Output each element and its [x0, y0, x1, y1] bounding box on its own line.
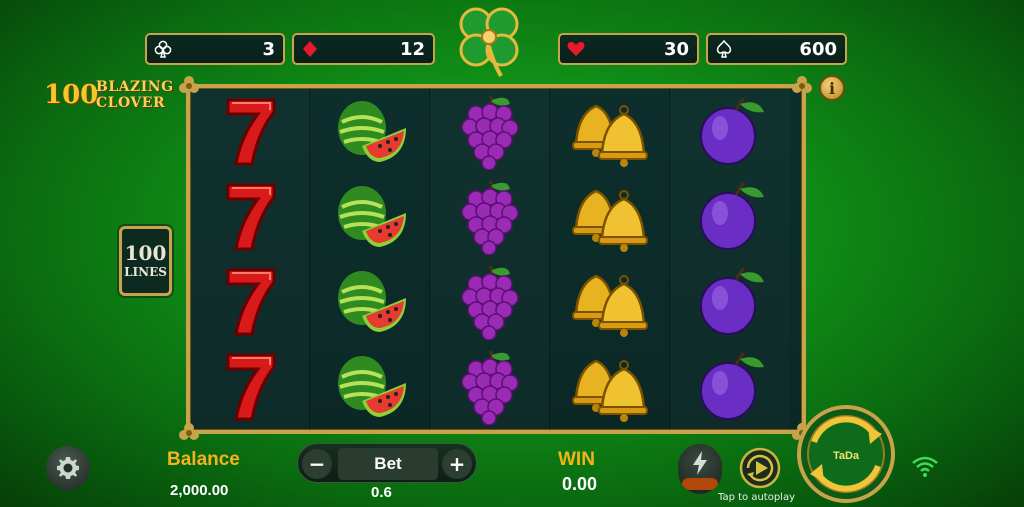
- lightning-icon: [693, 451, 707, 475]
- plum-symbol-icon: [688, 347, 772, 425]
- jackpot-diamond: 12: [292, 33, 435, 65]
- corner-ornament-icon: [179, 76, 199, 93]
- heart-icon: [567, 41, 585, 56]
- watermelon-symbol-icon: [328, 262, 412, 340]
- settings-button[interactable]: [46, 446, 90, 490]
- watermelon-symbol-icon: [328, 347, 412, 425]
- logo-line2: CLOVER: [96, 95, 166, 111]
- balance-value: 2,000.00: [170, 482, 229, 499]
- watermelon-symbol-icon: [328, 92, 412, 170]
- bet-increase-button[interactable]: +: [442, 449, 472, 479]
- logo-line1: BLAZING: [96, 79, 174, 95]
- info-button[interactable]: i: [819, 75, 845, 101]
- grapes-symbol-icon: [448, 177, 532, 255]
- bells-symbol-icon: [568, 92, 652, 170]
- lines-badge: 100 LINES: [119, 226, 172, 296]
- turbo-indicator: [682, 478, 718, 490]
- jackpot-spade-value: 600: [799, 38, 837, 60]
- bells-symbol-icon: [568, 262, 652, 340]
- plum-symbol-icon: [688, 262, 772, 340]
- logo-number: 100: [44, 80, 99, 110]
- bet-label: Bet: [338, 448, 438, 480]
- spin-label: TaDa: [833, 450, 860, 462]
- win-label: WIN: [558, 449, 595, 470]
- plum-symbol-icon: [688, 177, 772, 255]
- turbo-button[interactable]: [678, 444, 722, 494]
- autoplay-label: Tap to autoplay: [718, 492, 796, 503]
- jackpot-club-value: 3: [262, 38, 275, 60]
- game-logo: 100 BLAZING CLOVER: [44, 78, 194, 114]
- club-icon: [154, 40, 172, 58]
- gear-icon: [57, 457, 79, 479]
- corner-ornament-icon: [179, 423, 199, 440]
- lines-text: LINES: [124, 265, 167, 279]
- wifi-icon: [912, 456, 938, 477]
- seven-symbol-icon: [208, 177, 292, 255]
- bet-control: − Bet +: [297, 443, 477, 483]
- spin-button[interactable]: TaDa: [796, 404, 896, 504]
- plum-symbol-icon: [688, 92, 772, 170]
- lines-number: 100: [124, 241, 167, 265]
- diamond-icon: [303, 41, 317, 57]
- grapes-symbol-icon: [448, 262, 532, 340]
- bet-value: 0.6: [371, 484, 392, 501]
- bet-decrease-button[interactable]: −: [302, 449, 332, 479]
- seven-symbol-icon: [208, 347, 292, 425]
- four-leaf-clover-icon: [459, 7, 519, 77]
- balance-label: Balance: [167, 449, 240, 470]
- bells-symbol-icon: [568, 347, 652, 425]
- bells-symbol-icon: [568, 177, 652, 255]
- jackpot-spade: 600: [706, 33, 847, 65]
- grapes-symbol-icon: [448, 347, 532, 425]
- corner-ornament-icon: [792, 76, 812, 93]
- seven-symbol-icon: [208, 92, 292, 170]
- win-value: 0.00: [562, 474, 598, 494]
- watermelon-symbol-icon: [328, 177, 412, 255]
- jackpot-heart-value: 30: [663, 38, 689, 60]
- autoplay-button[interactable]: [738, 446, 782, 490]
- jackpot-diamond-value: 12: [399, 38, 425, 60]
- spade-icon: [716, 39, 732, 58]
- seven-symbol-icon: [208, 262, 292, 340]
- jackpot-heart: 30: [558, 33, 699, 65]
- jackpot-club: 3: [145, 33, 285, 65]
- grapes-symbol-icon: [448, 92, 532, 170]
